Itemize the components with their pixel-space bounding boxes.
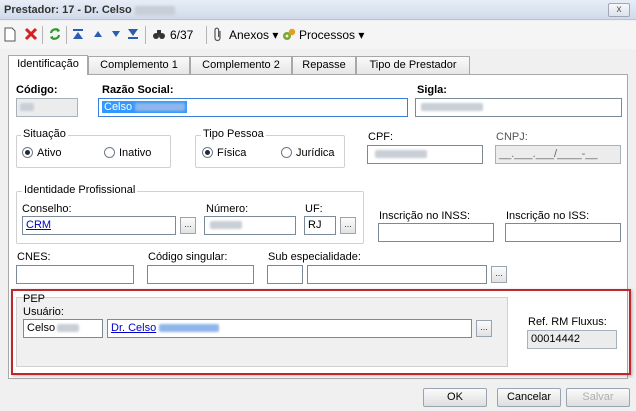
radio-circle <box>104 147 115 158</box>
codigo-singular-label: Código singular: <box>148 251 228 263</box>
cnpj-field[interactable]: __.___.___/____-__ <box>495 145 621 164</box>
toolbar: 6/37 Anexos ▾ Processos ▾ <box>0 21 636 49</box>
cpf-field[interactable] <box>367 145 483 164</box>
refresh-icon[interactable] <box>48 27 62 43</box>
razao-social-field[interactable]: Celso <box>98 98 408 117</box>
redacted-text <box>20 103 34 112</box>
cnes-label: CNES: <box>17 251 51 263</box>
anexos-menu[interactable]: Anexos ▾ <box>229 27 278 43</box>
uf-label: UF: <box>305 203 323 215</box>
radio-fisica[interactable]: Física <box>202 147 246 159</box>
redacted-text <box>210 221 242 230</box>
identidade-profissional-label: Identidade Profissional <box>22 184 138 196</box>
record-counter: 6/37 <box>170 28 194 42</box>
cnes-field[interactable] <box>16 265 134 284</box>
gears-icon[interactable] <box>281 27 297 43</box>
sub-especialidade-label: Sub especialidade: <box>268 251 361 263</box>
numero-label: Número: <box>206 203 249 215</box>
binoculars-icon[interactable] <box>152 27 166 43</box>
sigla-field[interactable] <box>415 98 622 117</box>
tab-identificacao[interactable]: Identificação <box>8 55 88 75</box>
conselho-lookup-button[interactable]: ... <box>180 217 196 234</box>
radio-circle <box>202 147 213 158</box>
razao-social-label: Razão Social: <box>102 84 174 96</box>
codigo-singular-field[interactable] <box>147 265 254 284</box>
cancelar-button[interactable]: Cancelar <box>497 388 561 407</box>
window-titlebar: Prestador: 17 - Dr. Celso x <box>0 0 636 20</box>
codigo-field[interactable] <box>16 98 78 117</box>
paperclip-icon[interactable] <box>213 27 223 43</box>
toolbar-separator <box>206 26 207 44</box>
radio-juridica[interactable]: Jurídica <box>281 147 335 159</box>
tipo-pessoa-label: Tipo Pessoa <box>201 128 266 140</box>
conselho-label: Conselho: <box>22 203 72 215</box>
inscricao-inss-label: Inscrição no INSS: <box>379 210 471 222</box>
next-record-icon[interactable] <box>111 27 121 43</box>
radio-circle <box>281 147 292 158</box>
inscricao-inss-field[interactable] <box>378 223 494 242</box>
radio-inativo[interactable]: Inativo <box>104 147 151 159</box>
codigo-label: Código: <box>16 84 58 96</box>
salvar-button[interactable]: Salvar <box>566 388 630 407</box>
chevron-down-icon: ▾ <box>272 28 279 42</box>
last-record-icon[interactable] <box>127 27 139 43</box>
chevron-down-icon: ▾ <box>358 28 365 42</box>
sigla-label: Sigla: <box>417 84 447 96</box>
tab-tipo-de-prestador[interactable]: Tipo de Prestador <box>356 56 470 74</box>
numero-field[interactable] <box>204 216 296 235</box>
window-title: Prestador: 17 - Dr. Celso <box>4 4 175 16</box>
sub-especialidade-lookup-button[interactable]: ... <box>491 266 507 283</box>
new-icon[interactable] <box>4 27 16 43</box>
toolbar-separator <box>145 26 146 44</box>
inscricao-iss-label: Inscrição no ISS: <box>506 210 590 222</box>
redacted-text <box>421 103 483 112</box>
cpf-label: CPF: <box>368 131 394 143</box>
radio-circle <box>22 147 33 158</box>
close-button[interactable]: x <box>608 3 630 17</box>
delete-icon[interactable] <box>24 27 38 43</box>
sub-especialidade-name-field[interactable] <box>307 265 487 284</box>
tab-complemento-1[interactable]: Complemento 1 <box>88 56 190 74</box>
processos-menu[interactable]: Processos ▾ <box>299 27 364 43</box>
tab-complemento-2[interactable]: Complemento 2 <box>190 56 292 74</box>
toolbar-separator <box>42 26 43 44</box>
radio-ativo[interactable]: Ativo <box>22 147 61 159</box>
inscricao-iss-field[interactable] <box>505 223 621 242</box>
uf-field[interactable]: RJ <box>304 216 336 235</box>
cnpj-label: CNPJ: <box>496 131 528 143</box>
toolbar-separator <box>66 26 67 44</box>
situacao-label: Situação <box>21 128 68 140</box>
sub-especialidade-code-field[interactable] <box>267 265 303 284</box>
redacted-text <box>375 150 427 159</box>
ok-button[interactable]: OK <box>423 388 487 407</box>
conselho-field[interactable]: CRM <box>22 216 176 235</box>
tab-repasse[interactable]: Repasse <box>292 56 356 74</box>
first-record-icon[interactable] <box>72 27 84 43</box>
redacted-text <box>134 5 175 15</box>
highlight-box <box>11 289 631 375</box>
uf-lookup-button[interactable]: ... <box>340 217 356 234</box>
previous-record-icon[interactable] <box>93 27 103 43</box>
